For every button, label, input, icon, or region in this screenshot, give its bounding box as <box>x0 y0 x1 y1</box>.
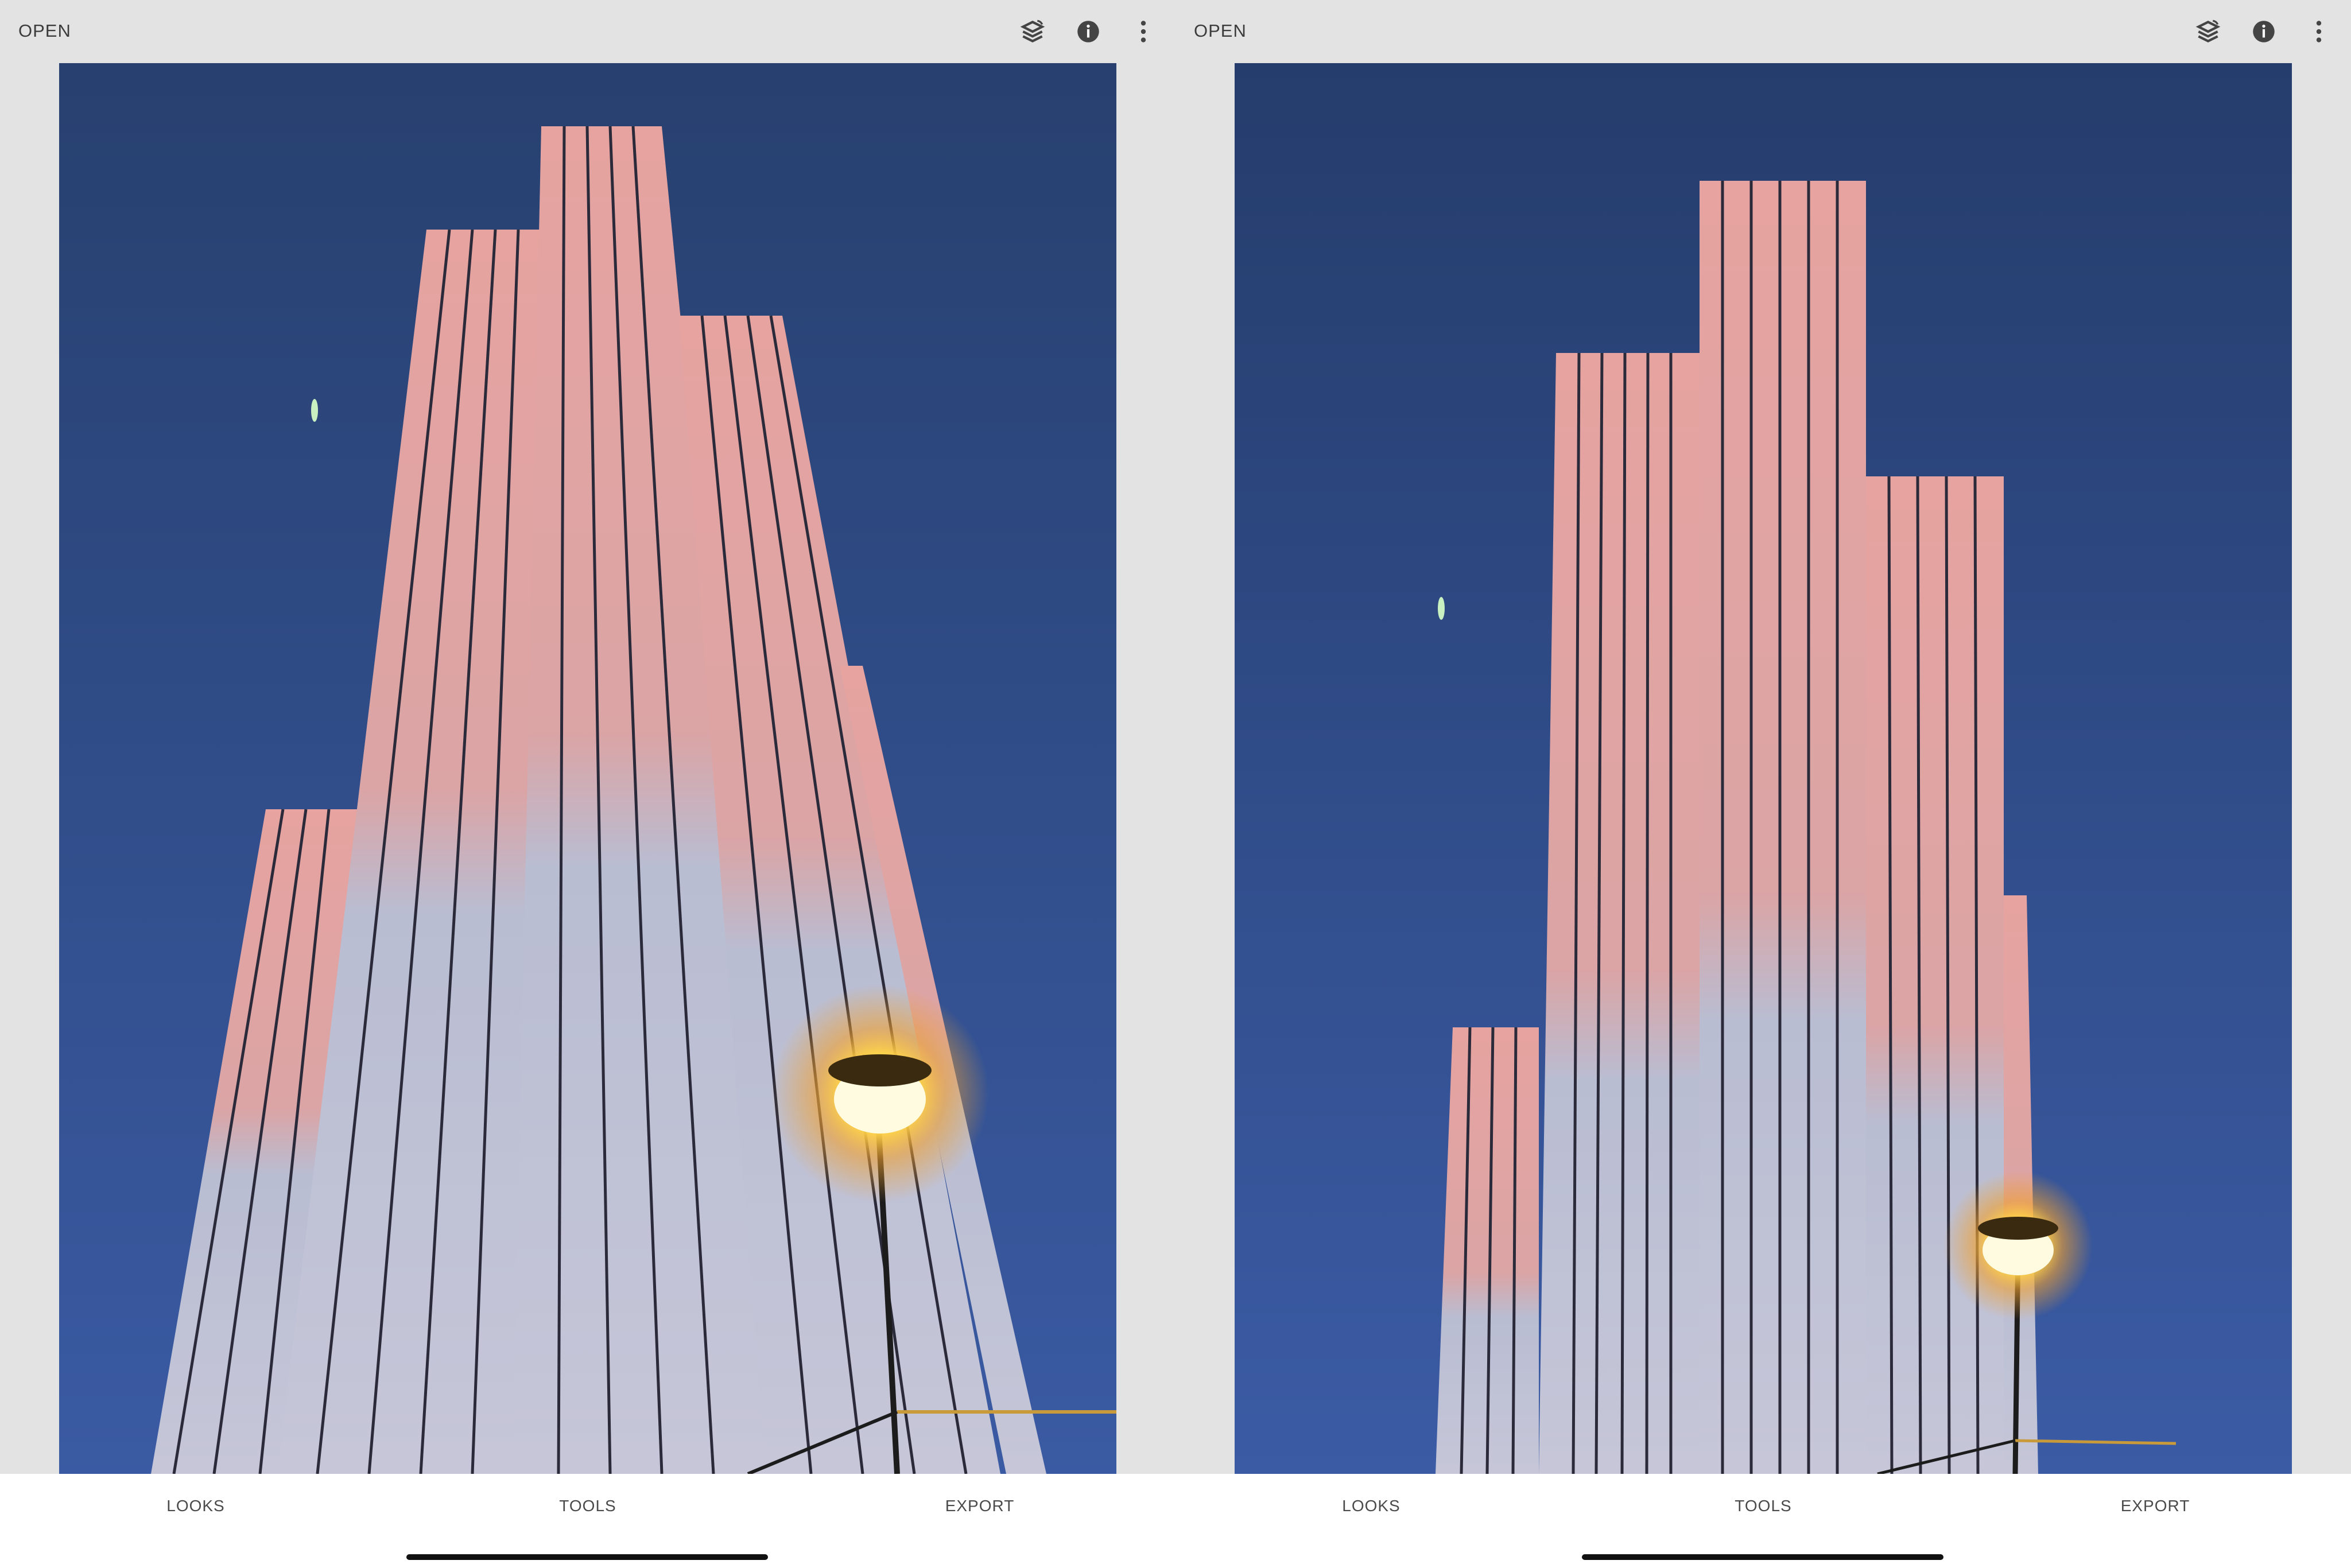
tab-looks[interactable]: LOOKS <box>1302 1497 1440 1515</box>
home-indicator[interactable] <box>1582 1554 1943 1560</box>
top-toolbar: OPEN <box>0 0 1176 63</box>
edited-photo[interactable] <box>1235 63 2292 1474</box>
tab-tools[interactable]: TOOLS <box>519 1497 657 1515</box>
top-toolbar: OPEN <box>1176 0 2351 63</box>
more-vert-icon[interactable] <box>1129 17 1158 46</box>
open-button[interactable]: OPEN <box>1194 21 1247 41</box>
edit-stack-icon[interactable] <box>2194 17 2222 46</box>
info-icon[interactable] <box>1074 17 1103 46</box>
editor-pane-right: OPEN LOOKS TOOLS EXPORT <box>1176 0 2351 1568</box>
home-indicator[interactable] <box>406 1554 768 1560</box>
bottom-tab-bar: LOOKS TOOLS EXPORT <box>0 1474 1176 1568</box>
image-canvas <box>1176 63 2351 1474</box>
edit-stack-icon[interactable] <box>1018 17 1047 46</box>
more-vert-icon[interactable] <box>2305 17 2333 46</box>
tab-export[interactable]: EXPORT <box>911 1497 1049 1515</box>
open-button[interactable]: OPEN <box>18 21 71 41</box>
tab-looks[interactable]: LOOKS <box>127 1497 265 1515</box>
editor-pane-left: OPEN LOOKS TOOLS EXPORT <box>0 0 1176 1568</box>
tab-tools[interactable]: TOOLS <box>1694 1497 1832 1515</box>
image-canvas <box>0 63 1176 1474</box>
edited-photo[interactable] <box>59 63 1116 1474</box>
bottom-tab-bar: LOOKS TOOLS EXPORT <box>1176 1474 2351 1568</box>
info-icon[interactable] <box>2249 17 2278 46</box>
tab-export[interactable]: EXPORT <box>2086 1497 2224 1515</box>
